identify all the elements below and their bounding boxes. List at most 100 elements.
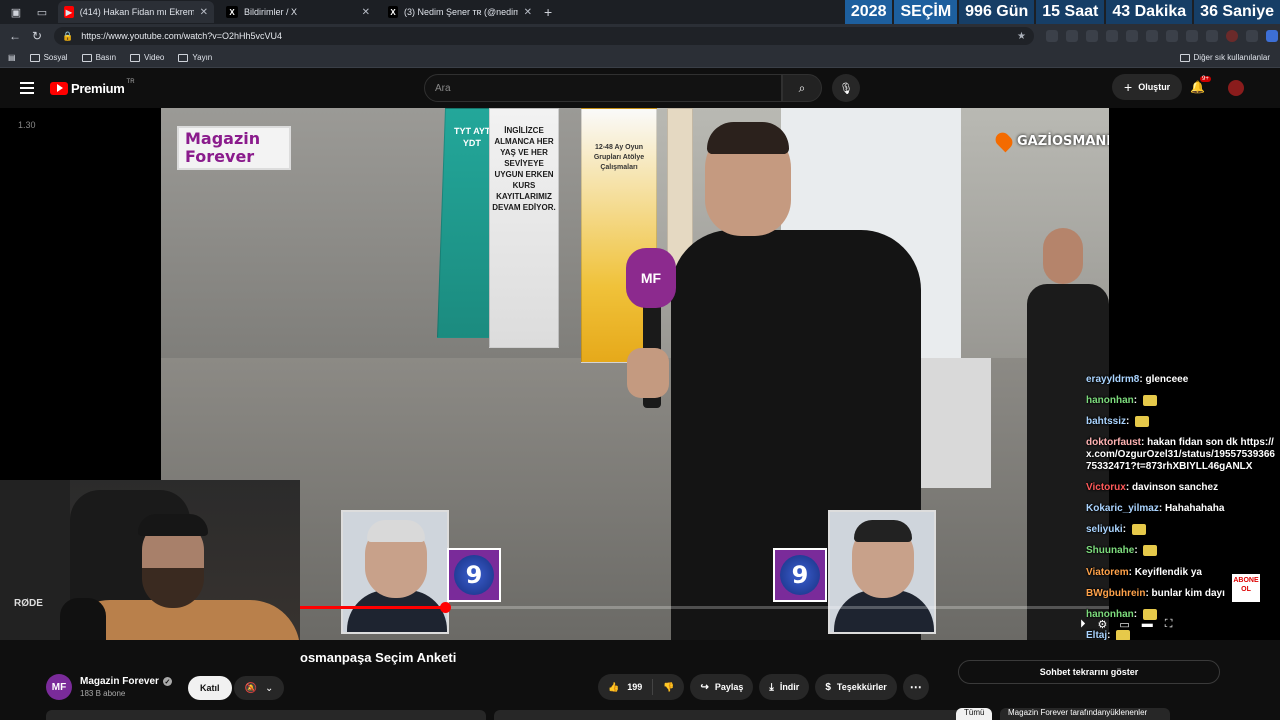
autoplay-toggle-icon[interactable]: ⏵ [1080, 618, 1086, 631]
url-field[interactable]: 🔒 https://www.youtube.com/watch?v=O2hHh5… [54, 27, 1034, 45]
chat-emote-icon [1135, 416, 1150, 428]
chat-username[interactable]: BWgbuhrein [1086, 588, 1145, 599]
extension-icon[interactable] [1046, 30, 1058, 42]
dollar-heart-icon: $ [825, 681, 831, 693]
search-button[interactable]: ⌕ [782, 74, 822, 102]
chip-channel-uploads[interactable]: Magazin Forever tarafındanyüklenenler [1000, 708, 1170, 720]
workspaces-icon[interactable]: ▣ [6, 2, 26, 22]
location-badge: GAZİOSMANPAŞA [992, 129, 1109, 153]
show-chat-replay-button[interactable]: Sohbet tekrarını göster [958, 660, 1220, 684]
chat-separator: : [1134, 545, 1141, 557]
plus-icon: + [1124, 79, 1133, 95]
more-actions-button[interactable]: ⋯ [902, 674, 929, 700]
bookmark-folder-sosyal[interactable]: Sosyal [29, 53, 68, 62]
copilot-icon[interactable] [1266, 30, 1278, 42]
voice-search-button[interactable]: 🎙 [832, 74, 860, 102]
tab-title: (414) Hakan Fidan mı Ekrem İmam [79, 7, 194, 17]
banner-text: 12-48 Ay Oyun Grupları Atölye Çalışmalar… [593, 144, 645, 171]
chat-username[interactable]: seliyuki [1086, 524, 1123, 535]
channel-info[interactable]: MF Magazin Forever ✓ 183 B abone [46, 674, 172, 700]
extension-icon[interactable] [1206, 30, 1218, 42]
vote-number: 9 [454, 555, 494, 595]
close-icon[interactable]: ✕ [518, 7, 532, 18]
chat-username[interactable]: bahtssiz [1086, 416, 1126, 427]
notifications-bell-icon[interactable]: 🔔 [1190, 80, 1205, 94]
search-input[interactable]: Ara [424, 74, 782, 102]
menu-dots-icon[interactable] [1246, 30, 1258, 42]
bookmark-hub-icon[interactable]: ▤ [8, 53, 16, 62]
progress-bar[interactable] [161, 602, 1109, 613]
extension-icon[interactable] [1166, 30, 1178, 42]
candidate-hair [854, 520, 912, 542]
browser-tab-bar: ▣ ▭ ▶ (414) Hakan Fidan mı Ekrem İmam ✕ … [0, 0, 1280, 24]
thumbs-up-icon: 👍 [608, 681, 620, 692]
chat-username[interactable]: Shuunahe [1086, 546, 1134, 557]
search-icon: ⌕ [798, 80, 806, 95]
subscription-bell-button[interactable]: 🔕 ⌄ [234, 676, 284, 700]
bookmark-folder-other[interactable]: Diğer sık kullanılanlar [1179, 53, 1270, 62]
chat-username[interactable]: doktorfaust [1086, 437, 1141, 448]
chat-username[interactable]: Victorux [1086, 482, 1126, 493]
microphone-logo-icon: MF [626, 248, 676, 308]
tab-actions-icon[interactable]: ▭ [32, 2, 52, 22]
youtube-logo[interactable]: Premium TR [50, 79, 135, 96]
channel-name[interactable]: Magazin Forever [80, 676, 159, 687]
logo-text: Premium [71, 80, 125, 96]
miniplayer-icon[interactable]: ▭ [1119, 618, 1129, 631]
back-icon[interactable]: ← [4, 29, 26, 43]
bookmark-folder-video[interactable]: Video [130, 53, 164, 62]
folder-icon [81, 53, 92, 62]
settings-gear-icon[interactable]: ⚙ [1098, 618, 1108, 631]
chat-separator: : [1122, 524, 1129, 536]
bookmark-folder-basin[interactable]: Basın [81, 53, 116, 62]
browser-tab-x-notifications[interactable]: X Bildirimler / X ✕ [220, 1, 376, 23]
download-button[interactable]: ⤓ İndir [759, 674, 810, 700]
dislike-button[interactable]: 👎 [653, 682, 684, 693]
extension-icon[interactable] [1086, 30, 1098, 42]
fullscreen-icon[interactable]: ⛶ [1165, 618, 1173, 631]
channel-avatar[interactable]: MF [46, 674, 72, 700]
refresh-icon[interactable]: ↻ [26, 29, 48, 43]
folder-icon [29, 53, 40, 62]
favorite-star-icon[interactable]: ★ [1017, 31, 1026, 42]
chat-separator: : [1126, 416, 1133, 428]
like-button[interactable]: 👍 199 [598, 679, 654, 695]
account-avatar[interactable] [1228, 80, 1244, 96]
video-frame[interactable]: TYT AYT YDT İNGİLİZCE ALMANCA HER YAŞ VE… [161, 108, 1109, 640]
new-tab-button[interactable]: + [544, 4, 552, 20]
thanks-button[interactable]: $ Teşekkürler [815, 674, 897, 700]
browser-tab-youtube[interactable]: ▶ (414) Hakan Fidan mı Ekrem İmam ✕ [58, 1, 214, 23]
location-text: GAZİOSMANPAŞA [1017, 133, 1109, 149]
chat-username[interactable]: Kokaric_yilmaz [1086, 503, 1159, 514]
extension-icon[interactable] [1126, 30, 1138, 42]
profile-avatar-icon[interactable] [1226, 30, 1238, 42]
close-icon[interactable]: ✕ [194, 7, 208, 18]
chat-username[interactable]: Viatorem [1086, 567, 1129, 578]
chat-username[interactable]: Eltaj [1086, 630, 1107, 640]
extension-icon[interactable] [1186, 30, 1198, 42]
chat-username[interactable]: hanonhan [1086, 395, 1134, 406]
chat-username[interactable]: erayyldrm8 [1086, 374, 1139, 385]
chat-message: Kokaric_yilmaz: Hahahahaha [1086, 503, 1276, 515]
browser-tab-x-profile[interactable]: X (3) Nedim Şener ᴛʀ (@nedimsene ✕ [382, 1, 538, 23]
tab-title: Bildirimler / X [244, 7, 298, 17]
video-player[interactable]: 1.30 TYT AYT YDT İNGİLİZCE ALMANCA HER Y… [0, 108, 1280, 640]
extension-icon[interactable] [1066, 30, 1078, 42]
bookmark-folder-yayin[interactable]: Yayın [178, 53, 212, 62]
close-icon[interactable]: ✕ [356, 7, 370, 18]
candidate-hair [367, 520, 425, 542]
share-button[interactable]: ↪ Paylaş [690, 674, 754, 700]
chat-emote-icon [1131, 524, 1146, 536]
chat-message: bahtssiz: [1086, 416, 1276, 428]
folder-icon [178, 53, 189, 62]
extension-icon[interactable] [1106, 30, 1118, 42]
join-button[interactable]: Katıl [188, 676, 232, 700]
theater-mode-icon[interactable]: ▬ [1142, 618, 1153, 631]
menu-icon[interactable] [20, 79, 34, 97]
extension-icon[interactable] [1146, 30, 1158, 42]
chip-all[interactable]: Tümü [956, 708, 993, 720]
video-details: osmanpaşa Seçim Anketi MF Magazin Foreve… [0, 640, 1280, 720]
channel-name-row: Magazin Forever ✓ [80, 676, 172, 687]
create-button[interactable]: + Oluştur [1112, 74, 1183, 100]
timestamp-label: 1.30 [18, 120, 36, 130]
